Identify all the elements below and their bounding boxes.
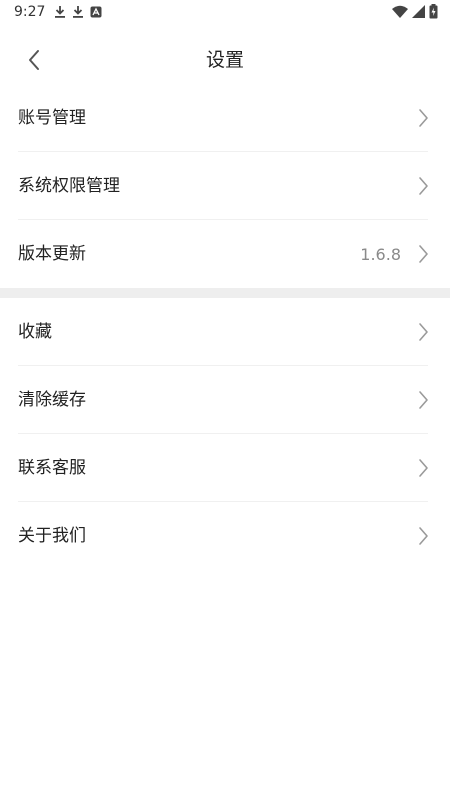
status-system-icons [392, 4, 438, 19]
settings-screen: 9:27 设置 账号管理 系统权限管理 版本更新 1.6.8 收藏 清除缓存 联… [0, 0, 450, 800]
chevron-right-icon [416, 526, 430, 546]
settings-group-account: 账号管理 系统权限管理 版本更新 1.6.8 [0, 84, 450, 288]
chevron-right-icon [416, 244, 430, 264]
settings-item-label: 关于我们 [18, 526, 86, 546]
settings-item-label: 收藏 [18, 322, 52, 342]
download-icon [72, 5, 84, 18]
settings-item-label: 清除缓存 [18, 390, 86, 410]
chevron-right-icon [416, 458, 430, 478]
chevron-right-icon [416, 108, 430, 128]
status-time: 9:27 [14, 4, 46, 20]
settings-item-system-permissions[interactable]: 系统权限管理 [0, 152, 450, 220]
settings-item-label: 系统权限管理 [18, 176, 120, 196]
settings-item-clear-cache[interactable]: 清除缓存 [0, 366, 450, 434]
settings-item-label: 账号管理 [18, 108, 86, 128]
settings-group-general: 收藏 清除缓存 联系客服 关于我们 [0, 298, 450, 570]
chevron-right-icon [416, 322, 430, 342]
battery-charging-icon [429, 4, 438, 19]
status-bar: 9:27 [0, 0, 450, 24]
chevron-right-icon [416, 176, 430, 196]
settings-item-favorites[interactable]: 收藏 [0, 298, 450, 366]
wifi-icon [392, 5, 408, 18]
settings-item-label: 版本更新 [18, 244, 86, 264]
settings-item-label: 联系客服 [18, 458, 86, 478]
section-divider [0, 288, 450, 298]
settings-item-account-management[interactable]: 账号管理 [0, 84, 450, 152]
download-icon [54, 5, 66, 18]
chevron-right-icon [416, 390, 430, 410]
signal-icon [412, 5, 425, 18]
app-notification-icon [90, 6, 102, 18]
status-notification-icons [54, 5, 102, 18]
settings-item-about-us[interactable]: 关于我们 [0, 502, 450, 570]
page-title: 设置 [205, 49, 244, 71]
settings-item-contact-support[interactable]: 联系客服 [0, 434, 450, 502]
settings-item-version-update[interactable]: 版本更新 1.6.8 [0, 220, 450, 288]
version-number: 1.6.8 [360, 245, 401, 264]
